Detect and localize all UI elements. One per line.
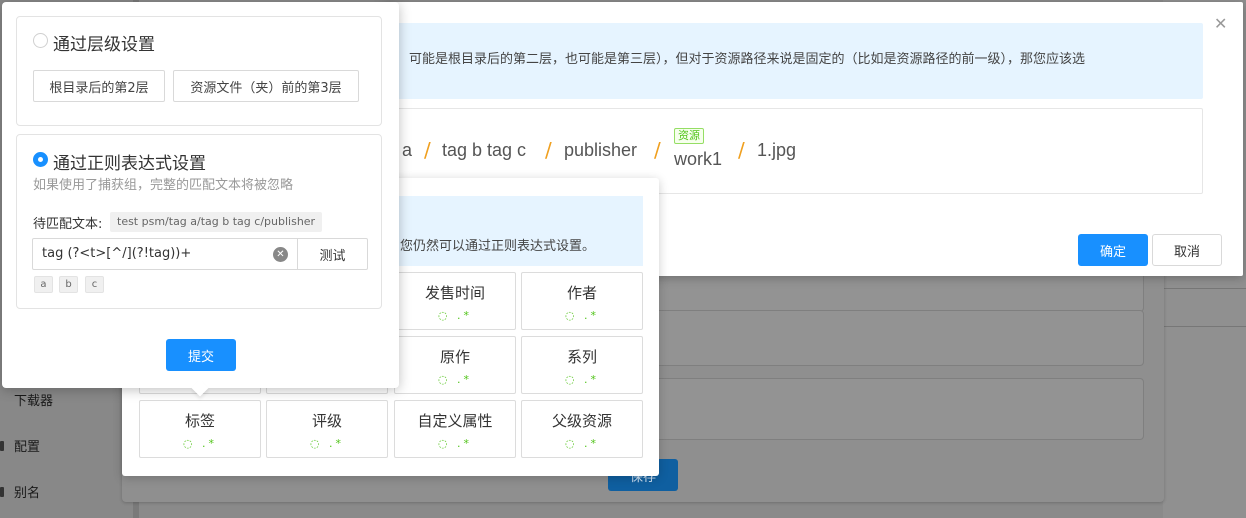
match-text-chip: test psm/tag a/tag b tag c/publisher <box>110 212 323 232</box>
property-label: 系列 <box>566 348 597 366</box>
layer-setting-title: 通过层级设置 <box>53 35 155 55</box>
regex-input[interactable]: tag (?<t>[^/](?!tag))+ ✕ <box>32 238 298 270</box>
nav-item-downloader[interactable]: 下载器 <box>0 390 53 409</box>
layer-radio[interactable] <box>33 33 48 48</box>
match-text-label: 待匹配文本: <box>33 217 103 232</box>
property-match-icons: ◌ .* <box>437 309 473 322</box>
divider <box>1163 288 1246 289</box>
nav-item-config[interactable]: 配置 <box>0 436 40 455</box>
property-match-icons: ◌ .* <box>309 437 345 450</box>
property-cell-custom[interactable]: 自定义属性 ◌ .* <box>394 400 516 458</box>
path-segment[interactable]: a <box>402 140 412 161</box>
property-cell-rating[interactable]: 评级 ◌ .* <box>266 400 388 458</box>
property-label: 评级 <box>311 412 342 430</box>
path-separator: / <box>654 138 661 162</box>
nav-item-label: 别名 <box>14 486 41 501</box>
clear-icon[interactable]: ✕ <box>273 247 288 262</box>
property-cell-tags[interactable]: 标签 ◌ .* <box>139 400 261 458</box>
path-segment[interactable]: 1.jpg <box>757 140 796 161</box>
property-label: 父级资源 <box>551 412 612 430</box>
cancel-button[interactable]: 取消 <box>1152 234 1222 266</box>
regex-hint: 如果使用了捕获组，完整的匹配文本将被忽略 <box>33 178 294 193</box>
path-separator: / <box>738 138 745 162</box>
confirm-button[interactable]: 确定 <box>1078 234 1148 266</box>
picker-tip-text: 您仍然可以通过正则表达式设置。 <box>400 239 596 254</box>
close-icon[interactable]: ✕ <box>1214 14 1227 33</box>
property-label: 作者 <box>566 284 597 302</box>
path-segment-resource[interactable]: work1 <box>674 149 722 170</box>
property-cell-parent[interactable]: 父级资源 ◌ .* <box>521 400 643 458</box>
capture-group-chip: c <box>85 276 104 293</box>
property-cell-original[interactable]: 原作 ◌ .* <box>394 336 516 394</box>
nav-item-label: 配置 <box>14 440 41 455</box>
resource-tag: 资源 <box>674 128 704 144</box>
regex-radio[interactable] <box>33 152 48 167</box>
divider <box>1163 326 1246 327</box>
property-match-icons: ◌ .* <box>564 309 600 322</box>
regex-input-value: tag (?<t>[^/](?!tag))+ <box>42 246 192 261</box>
path-separator: / <box>545 138 552 162</box>
property-cell-series[interactable]: 系列 ◌ .* <box>521 336 643 394</box>
path-separator: / <box>424 138 431 162</box>
property-match-icons: ◌ .* <box>564 373 600 386</box>
test-button[interactable]: 测试 <box>298 238 368 270</box>
submit-button[interactable]: 提交 <box>166 339 236 371</box>
picker-tip-box <box>398 196 643 266</box>
property-match-icons: ◌ .* <box>564 437 600 450</box>
nav-bullet-icon <box>0 440 4 451</box>
layer-option-button[interactable]: 根目录后的第2层 <box>33 70 165 102</box>
path-segment[interactable]: tag b tag c <box>442 140 526 161</box>
property-cell-release-date[interactable]: 发售时间 ◌ .* <box>394 272 516 330</box>
property-cell-author[interactable]: 作者 ◌ .* <box>521 272 643 330</box>
layer-option-button[interactable]: 资源文件（夹）前的第3层 <box>173 70 359 102</box>
path-tip-text: 可能是根目录后的第二层，也可能是第三层），但对于资源路径来说是固定的（比如是资源… <box>409 52 1086 67</box>
capture-group-chip: b <box>59 276 78 293</box>
path-segment[interactable]: publisher <box>564 140 637 161</box>
nav-bullet-icon <box>0 486 4 497</box>
regex-setting-title: 通过正则表达式设置 <box>53 154 206 174</box>
capture-group-chip: a <box>34 276 53 293</box>
property-label: 自定义属性 <box>417 412 493 430</box>
property-match-icons: ◌ .* <box>437 373 473 386</box>
property-label: 标签 <box>184 412 215 430</box>
property-label: 发售时间 <box>424 284 485 302</box>
property-match-icons: ◌ .* <box>182 437 218 450</box>
property-match-icons: ◌ .* <box>437 437 473 450</box>
nav-item-label: 下载器 <box>14 394 54 409</box>
nav-item-alias[interactable]: 别名 <box>0 482 40 501</box>
property-label: 原作 <box>439 348 470 366</box>
